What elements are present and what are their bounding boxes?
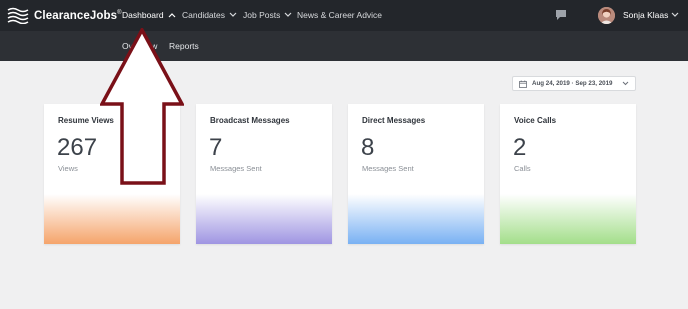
chevron-down-icon[interactable] xyxy=(671,12,679,18)
card-gradient xyxy=(348,194,484,244)
nav-item-job-posts[interactable]: Job Posts xyxy=(243,10,292,20)
card-title: Voice Calls xyxy=(514,116,557,125)
card-gradient xyxy=(500,194,636,244)
annotation-arrow-up-icon xyxy=(100,28,184,185)
nav-item-label: Job Posts xyxy=(243,10,281,20)
card-unit: Calls xyxy=(514,164,531,173)
stat-card-voice-calls[interactable]: Voice Calls 2 Calls xyxy=(500,104,636,244)
chevron-down-icon xyxy=(284,12,292,17)
card-value: 8 xyxy=(361,134,375,161)
nav-item-label: Dashboard xyxy=(122,10,164,20)
chevron-down-icon xyxy=(622,81,629,86)
card-title: Broadcast Messages xyxy=(210,116,290,125)
chat-icon[interactable] xyxy=(556,10,566,20)
top-navbar: ClearanceJobs® Dashboard Candidates Job … xyxy=(0,0,688,31)
card-value: 2 xyxy=(513,134,527,161)
card-unit: Messages Sent xyxy=(362,164,414,173)
user-name[interactable]: Sonja Klaas xyxy=(623,10,668,20)
nav-item-candidates[interactable]: Candidates xyxy=(182,10,237,20)
brand-name: ClearanceJobs® xyxy=(34,9,122,22)
date-range-picker[interactable]: Aug 24, 2019 · Sep 23, 2019 xyxy=(512,76,636,91)
card-value: 267 xyxy=(57,134,98,161)
stat-card-broadcast-messages[interactable]: Broadcast Messages 7 Messages Sent xyxy=(196,104,332,244)
clearancejobs-logo[interactable]: ClearanceJobs® xyxy=(7,7,122,24)
card-gradient xyxy=(44,194,180,244)
chevron-down-icon xyxy=(229,12,237,17)
nav-item-dashboard[interactable]: Dashboard xyxy=(122,10,176,20)
card-unit: Views xyxy=(58,164,78,173)
card-value: 7 xyxy=(209,134,223,161)
stat-card-direct-messages[interactable]: Direct Messages 8 Messages Sent xyxy=(348,104,484,244)
calendar-icon xyxy=(519,80,527,88)
logo-waves-icon xyxy=(7,7,29,24)
nav-item-label: News & Career Advice xyxy=(297,10,383,20)
card-unit: Messages Sent xyxy=(210,164,262,173)
nav-item-news-career-advice[interactable]: News & Career Advice xyxy=(297,10,382,20)
chevron-up-icon xyxy=(168,13,176,18)
card-gradient xyxy=(196,194,332,244)
user-photo-icon xyxy=(598,7,615,24)
card-title: Direct Messages xyxy=(362,116,426,125)
nav-item-label: Candidates xyxy=(182,10,226,20)
date-range-label: Aug 24, 2019 · Sep 23, 2019 xyxy=(532,80,613,87)
avatar[interactable] xyxy=(598,7,615,24)
